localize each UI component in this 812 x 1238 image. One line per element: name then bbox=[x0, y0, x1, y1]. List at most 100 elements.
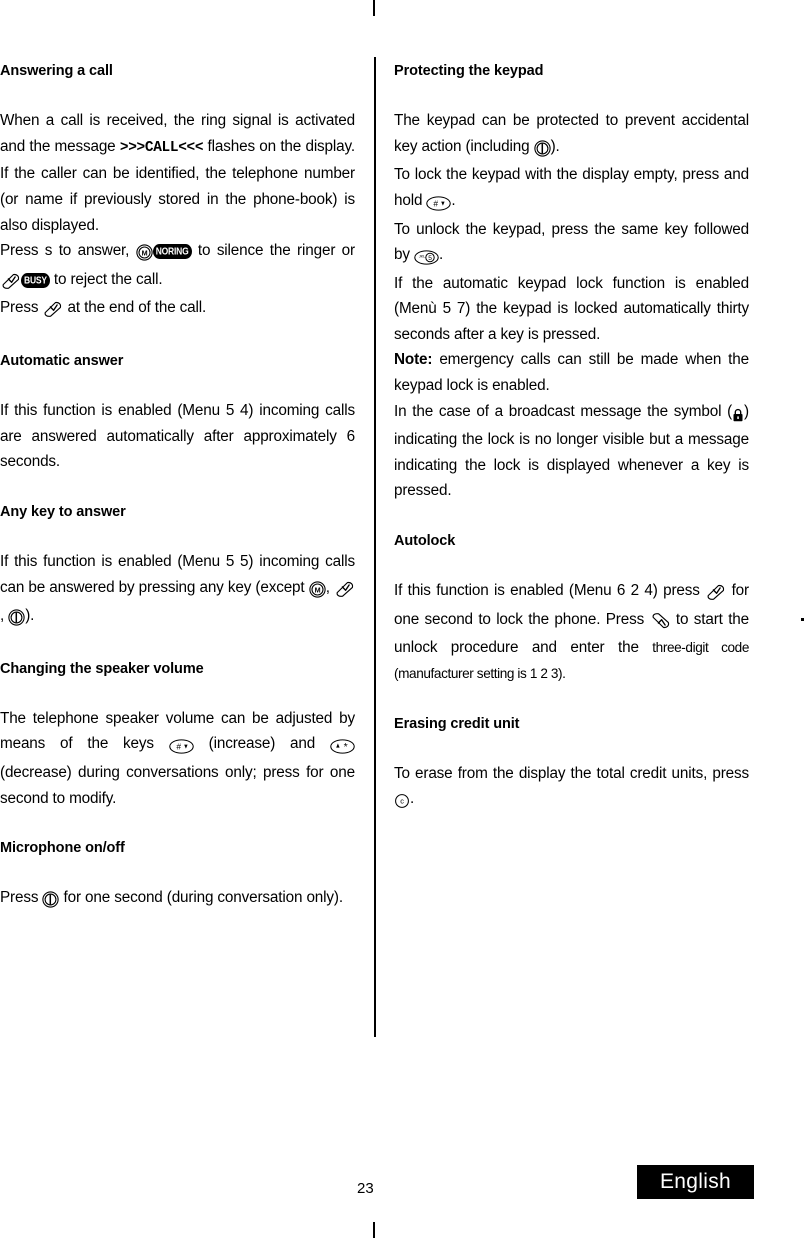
text-run: If this function is enabled (Menu 6 2 4)… bbox=[394, 582, 706, 600]
section-heading: Autolock bbox=[394, 533, 456, 550]
paragraph-credit-p1: To erase from the display the total cred… bbox=[394, 761, 749, 815]
text-run: . bbox=[410, 790, 415, 808]
text-run: . bbox=[451, 191, 456, 209]
display-badge-busy: BUSY bbox=[21, 272, 50, 288]
jkl5-key-icon: JKL 5 bbox=[414, 245, 439, 271]
star-down-key-icon: * bbox=[330, 739, 355, 755]
svg-text:JKL: JKL bbox=[419, 254, 426, 259]
circled-m-key-icon: M bbox=[136, 244, 153, 261]
paragraph-protect-p6: In the case of a broadcast message the s… bbox=[394, 399, 749, 504]
end-call-key-icon bbox=[705, 581, 726, 607]
end-call-key-icon bbox=[334, 578, 355, 604]
text-run: (increase) and bbox=[193, 735, 330, 753]
end-call-key-icon bbox=[707, 585, 725, 601]
text-run: ). bbox=[550, 137, 560, 155]
text-run: to silence the ringer or bbox=[191, 242, 355, 260]
svg-text:5: 5 bbox=[428, 255, 432, 262]
section-heading: Changing the speaker volume bbox=[0, 660, 204, 677]
right-text-column: Protecting the keypad The keypad can be p… bbox=[394, 62, 749, 815]
section-heading: Any key to answer bbox=[0, 503, 126, 520]
note-label: Note: bbox=[394, 351, 433, 369]
end-call-key-icon bbox=[336, 581, 354, 597]
paragraph-protect-p1: The keypad can be protected to prevent a… bbox=[394, 108, 749, 162]
text-run: The keypad can be protected to prevent a… bbox=[394, 112, 749, 155]
power-key-icon bbox=[533, 140, 551, 157]
circled-c-key-icon: c bbox=[394, 789, 410, 815]
power-key-icon bbox=[42, 891, 60, 908]
svg-text:M: M bbox=[141, 249, 147, 258]
hash-up-key-icon: # bbox=[169, 734, 194, 760]
circled-m-key-icon: M bbox=[136, 241, 153, 267]
text-run: In the case of a broadcast message the s… bbox=[394, 402, 733, 420]
star-down-key-icon: * bbox=[330, 734, 355, 760]
section-heading: Answering a call bbox=[0, 63, 113, 79]
padlock-icon bbox=[733, 408, 743, 421]
paragraph-mic-p1: Press for one second (during conversatio… bbox=[0, 885, 355, 914]
column-divider-rule bbox=[374, 57, 376, 1037]
paragraph-autolock-p1: If this function is enabled (Menu 6 2 4)… bbox=[394, 578, 749, 686]
page-number: 23 bbox=[357, 1180, 374, 1197]
section-heading: Microphone on/off bbox=[0, 840, 125, 857]
hash-up-key-icon: # bbox=[426, 191, 452, 217]
text-run: To erase from the display the total cred… bbox=[394, 764, 749, 782]
text-run: Press bbox=[0, 299, 43, 317]
text-run: If this function is enabled (Menu 5 5) i… bbox=[0, 552, 355, 596]
svg-text:M: M bbox=[314, 585, 320, 594]
text-run: , bbox=[325, 578, 335, 596]
text-run: to reject the call. bbox=[49, 270, 163, 288]
end-call-key-icon bbox=[42, 298, 63, 324]
svg-text:c: c bbox=[400, 797, 404, 806]
text-run: emergency calls can still be made when t… bbox=[394, 351, 749, 395]
text-run: To unlock the keypad, press the same key… bbox=[394, 220, 749, 264]
section-heading: Automatic answer bbox=[0, 352, 124, 369]
display-message-text: >>>CALL<<< bbox=[119, 139, 204, 156]
send-call-key-icon bbox=[652, 612, 669, 628]
paragraph-speaker-p1: The telephone speaker volume can be adju… bbox=[0, 706, 355, 811]
text-run: at the end of the call. bbox=[63, 299, 207, 317]
circled-m-key-icon: M bbox=[309, 578, 326, 604]
power-key-icon bbox=[8, 606, 25, 632]
end-call-key-icon bbox=[0, 270, 21, 296]
hash-up-key-icon: # bbox=[169, 739, 194, 755]
display-badge-noring: NORING bbox=[152, 244, 192, 260]
power-key-icon bbox=[8, 609, 25, 626]
text-run: Press s to answer, bbox=[0, 242, 136, 260]
margin-registration-dot bbox=[801, 618, 804, 621]
section-heading: Protecting the keypad bbox=[394, 63, 544, 79]
paragraph-answering-p1: When a call is received, the ring signal… bbox=[0, 108, 355, 238]
end-call-key-icon bbox=[2, 273, 20, 289]
end-call-key-icon bbox=[44, 302, 62, 318]
text-run: , bbox=[0, 607, 9, 625]
paragraph-answering-p2: Press s to answer, M NORING to silence th… bbox=[0, 238, 355, 295]
text-run: If this function is enabled (Menu 5 4) i… bbox=[0, 402, 355, 471]
paragraph-answering-p3: Press at the end of the call. bbox=[0, 295, 355, 324]
send-call-key-icon bbox=[650, 610, 671, 636]
paragraph-protect-p2: To lock the keypad with the display empt… bbox=[394, 162, 749, 216]
text-run: ). bbox=[25, 607, 35, 625]
left-text-column: Answering a call When a call is received,… bbox=[0, 62, 355, 914]
text-run: for one second (during conversation only… bbox=[59, 889, 344, 907]
circled-c-key-icon: c bbox=[395, 794, 409, 809]
power-key-icon bbox=[42, 888, 60, 914]
svg-text:#: # bbox=[434, 198, 439, 208]
jkl5-key-icon: JKL 5 bbox=[414, 250, 439, 265]
hash-up-key-icon: # bbox=[426, 196, 452, 211]
section-heading: Erasing credit unit bbox=[394, 715, 520, 732]
power-key-icon bbox=[533, 137, 551, 163]
text-run: (decrease) during conversations only; pr… bbox=[0, 764, 355, 807]
svg-text:#: # bbox=[176, 742, 181, 752]
paragraph-protect-p3: To unlock the keypad, press the same key… bbox=[394, 217, 749, 271]
language-badge: English bbox=[637, 1165, 754, 1199]
